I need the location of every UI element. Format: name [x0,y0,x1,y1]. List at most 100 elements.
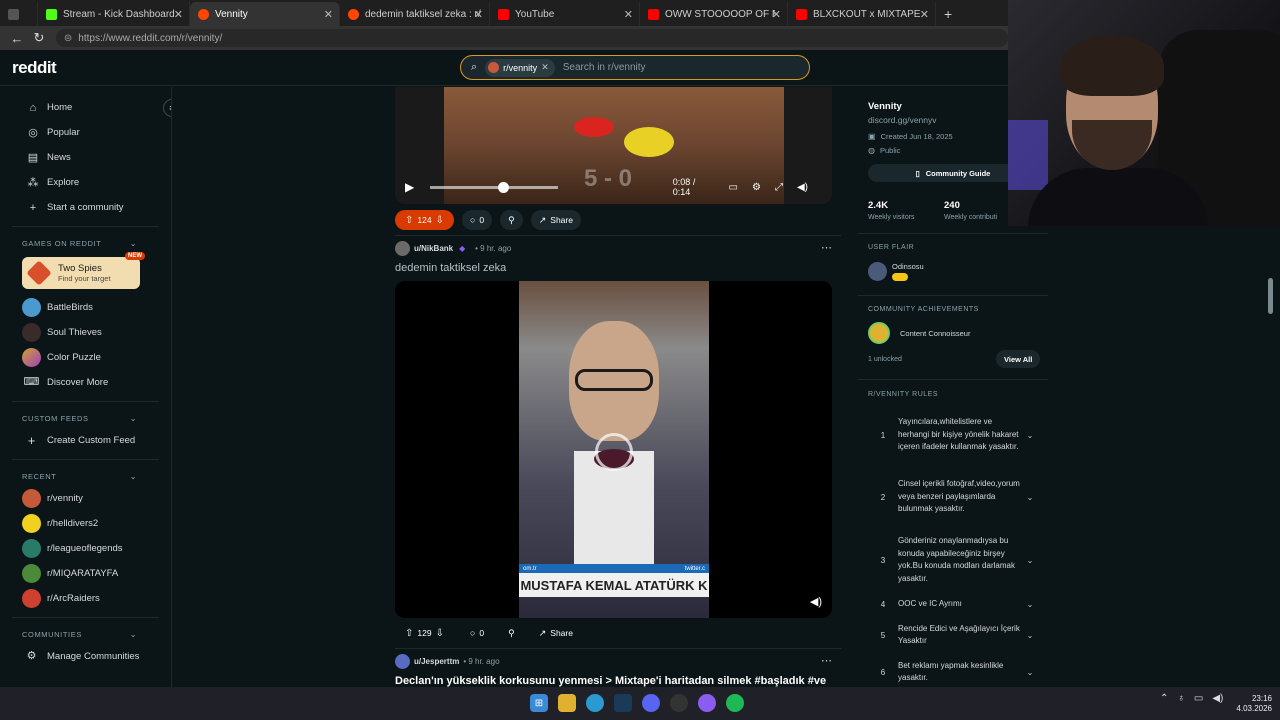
search-bar[interactable]: ⌕ r/vennity ✕ Search in r/vennity [460,55,810,80]
view-all-button[interactable]: View All [996,350,1041,368]
close-tab-icon[interactable]: ✕ [920,8,929,21]
upvote-icon[interactable]: ⇧ [405,215,413,226]
upvote-icon[interactable]: ⇧ [405,628,413,639]
network-icon[interactable]: ▭ [1194,693,1203,704]
scrollbar[interactable] [1268,278,1273,314]
manage-communities[interactable]: ⚙ Manage Communities [0,644,171,669]
discord-icon[interactable] [642,694,660,712]
tab-dedemin[interactable]: dedemin taktiksel zeka : r/vennity✕ [340,2,490,26]
community-link[interactable]: discord.gg/vennyv [868,115,937,125]
sidebar-item-home[interactable]: ⌂ Home [0,95,171,120]
more-options-icon[interactable]: ⋯ [821,654,832,667]
close-tab-icon[interactable]: ✕ [772,8,781,21]
volume-icon[interactable]: ◀) [797,182,808,193]
spotify-icon[interactable] [726,694,744,712]
close-tab-icon[interactable]: ✕ [474,8,483,21]
close-icon[interactable]: ✕ [541,62,549,73]
url-field[interactable]: ⊜ https://www.reddit.com/r/vennity/ [55,29,1008,47]
windows-start-icon[interactable]: ⊞ [530,694,548,712]
microphone-icon[interactable]: ♁ [1177,693,1185,704]
two-spies-card[interactable]: Two Spies Find your target NEW [22,252,145,289]
rule-item[interactable]: 6 Bet reklamı yapmak kesinlikle yasaktır.… [868,659,1040,685]
recent-header[interactable]: RECENT ⌄ [0,466,171,486]
sidebar-item-explore[interactable]: ⁂ Explore [0,170,171,195]
post-title[interactable]: dedemin taktiksel zeka [395,262,506,274]
award-button[interactable]: ⚲ [500,210,523,230]
site-info-icon[interactable]: ⊜ [64,33,72,44]
gear-icon[interactable]: ⚙ [752,182,761,193]
create-custom-feed[interactable]: + Create Custom Feed [0,428,171,453]
sidebar-item-popular[interactable]: ◎ Popular [0,120,171,145]
file-explorer-icon[interactable] [558,694,576,712]
game-item-soul-thieves[interactable]: Soul Thieves [0,320,171,345]
post-author[interactable]: u/Jesperttm [414,657,459,666]
reddit-logo[interactable]: reddit [12,58,57,78]
rule-item[interactable]: 5 Rencide Edici ve Aşağılayıcı İçerik Yas… [868,622,1040,648]
avatar[interactable] [395,653,410,669]
sidebar-item-start-community[interactable]: + Start a community [0,195,171,220]
back-icon[interactable]: ← [6,31,28,46]
rule-item[interactable]: 3 Gönderiniz onaylanmadıysa bu konuda yap… [868,534,1040,586]
games-section-header[interactable]: GAMES ON REDDIT ⌄ [0,233,171,253]
achievement-item[interactable]: Content Connoisseur [868,322,970,344]
tab-vennity[interactable]: Vennity ✕ [190,2,340,26]
twitch-icon[interactable] [698,694,716,712]
communities-header[interactable]: COMMUNITIES ⌄ [0,624,171,644]
close-tab-icon[interactable]: ✕ [624,8,633,21]
close-tab-icon[interactable]: ✕ [174,8,183,21]
share-button[interactable]: ↗ Share [531,623,581,643]
recent-item-leagueoflegends[interactable]: r/leagueoflegends [0,536,171,561]
sidebar-item-news[interactable]: ▤ News [0,145,171,170]
created-date: ▣ Created Jun 18, 2025 [868,132,953,141]
rule-item[interactable]: 1 Yayıncılara,whitelistlere ve herhangi b… [868,409,1040,461]
rule-item[interactable]: 2 Cinsel içerikli fotoğraf,video,yorum ve… [868,471,1040,523]
rule-item[interactable]: 4 OOC ve IC Ayrımı ⌄ [868,597,1040,611]
close-tab-icon[interactable]: ✕ [324,8,333,21]
comments-button[interactable]: ○ 0 [461,210,493,230]
search-input[interactable]: Search in r/vennity [563,62,646,73]
volume-icon[interactable]: ◀) [1212,693,1223,704]
seek-knob[interactable] [497,181,509,193]
post-title[interactable]: Declan'ın yükseklik korkusunu yenmesi > … [395,675,835,687]
tab-kick-dashboard[interactable]: Stream - Kick Dashboard ✕ [38,2,190,26]
comments-button[interactable]: ○ 0 [462,623,492,643]
more-options-icon[interactable]: ⋯ [821,241,832,254]
game-item-battlebirds[interactable]: BattleBirds [0,295,171,320]
volume-icon[interactable]: ◀) [810,595,822,608]
video-player[interactable]: om.tr twitter.c MUSTAFA KEMAL ATATÜRK K ◀… [395,281,832,618]
share-button[interactable]: ↗ Share [530,210,581,230]
custom-feeds-header[interactable]: CUSTOM FEEDS ⌄ [0,408,171,428]
tab-blxckout[interactable]: BLXCKOUT x MIXTAPE ÇATIŞMA |✕ [788,2,936,26]
game-title: Two Spies [58,263,102,274]
system-clock[interactable]: 23:16 4.03.2026 [1232,694,1272,714]
post-author[interactable]: u/NikBank [414,244,453,253]
award-button[interactable]: ⚲ [500,623,523,643]
recent-item-helldivers2[interactable]: r/helldivers2 [0,511,171,536]
tab-youtube[interactable]: YouTube ✕ [490,2,640,26]
tab-pinned[interactable] [0,2,38,26]
steam-icon[interactable] [614,694,632,712]
downvote-icon[interactable]: ⇩ [436,215,444,226]
video-player[interactable]: 5 - 0 ▶ 0:08 / 0:14 ▭ ⚙ ⤢ ◀) [395,87,832,204]
tab-funny[interactable]: OWW STOOOOOP OF FUNNY MO✕ [640,2,788,26]
game-item-discover-more[interactable]: ⌨ Discover More [0,370,171,395]
user-flair-heading: USER FLAIR [868,244,915,251]
user-flair[interactable]: Odinsosu [868,262,924,281]
recent-item-miqaratayfa[interactable]: r/MIQARATAYFA [0,561,171,586]
plus-icon: + [27,433,36,448]
downvote-icon[interactable]: ⇩ [436,628,444,639]
avatar[interactable] [395,240,410,256]
obs-icon[interactable] [670,694,688,712]
reload-icon[interactable]: ↻ [28,30,50,46]
fullscreen-icon[interactable]: ⤢ [775,182,783,193]
search-scope-chip[interactable]: r/vennity ✕ [485,58,555,77]
captions-icon[interactable]: ▭ [729,182,738,193]
edge-icon[interactable] [586,694,604,712]
play-icon[interactable]: ▶ [405,180,414,194]
recent-item-vennity[interactable]: r/vennity [0,486,171,511]
game-item-color-puzzle[interactable]: Color Puzzle [0,345,171,370]
new-tab-button[interactable]: + [936,2,960,26]
seek-bar[interactable] [430,181,558,193]
chevron-up-icon[interactable]: ⌃ [1160,693,1168,704]
recent-item-arcraiders[interactable]: r/ArcRaiders [0,586,171,611]
